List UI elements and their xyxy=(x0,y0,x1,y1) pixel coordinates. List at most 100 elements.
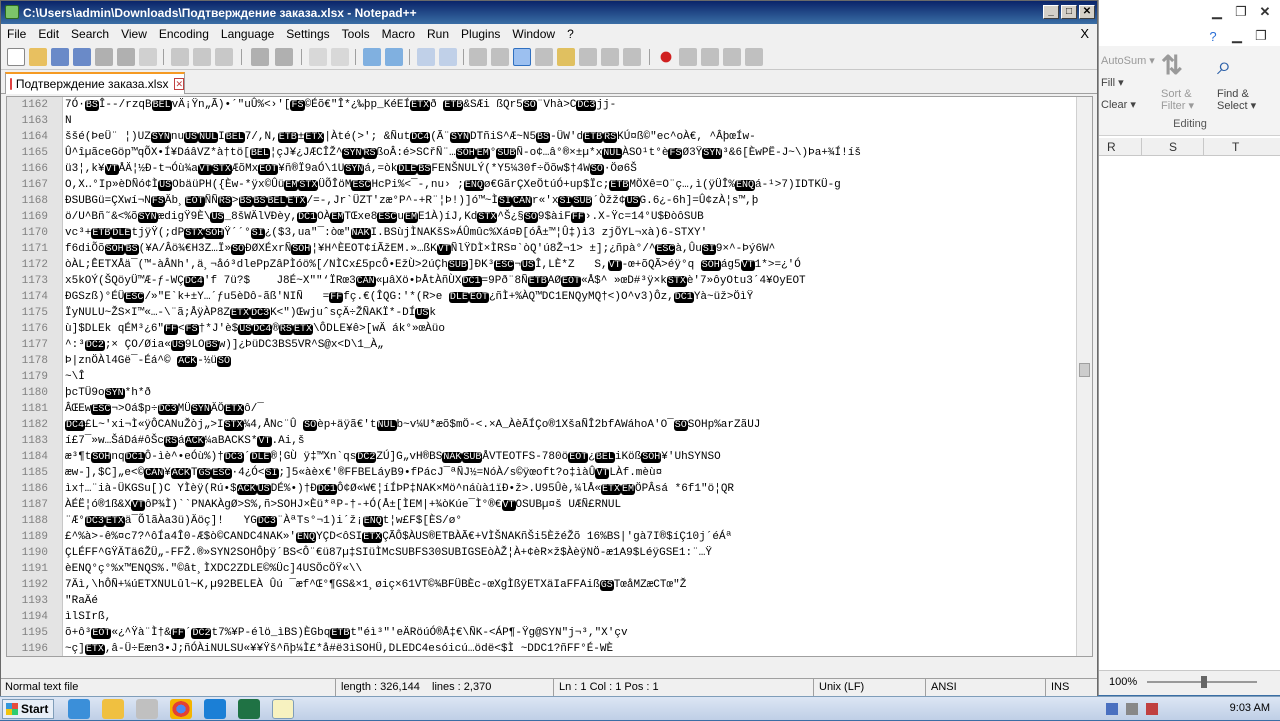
text-line[interactable]: ššé(ÞeÜ¨ ¦)UZSYNnuUS NULIBEL7/,N,ETB±ETX|… xyxy=(65,129,1076,145)
text-line[interactable]: "RaÄé xyxy=(65,593,1076,609)
text-line[interactable]: Û^îµãceGöp™qÕX•Í¥DáâVZ*à†tö[BEL¦çJ¥¿JÆCÎ… xyxy=(65,145,1076,161)
volume-icon[interactable] xyxy=(1126,703,1138,715)
document-map-icon[interactable] xyxy=(557,48,575,66)
record-macro-icon[interactable] xyxy=(657,48,675,66)
sync-vertical-icon[interactable] xyxy=(417,48,435,66)
clear-button[interactable]: Clear ▾ xyxy=(1101,98,1136,111)
menu-tools[interactable]: Tools xyxy=(336,27,376,41)
menu-macro[interactable]: Macro xyxy=(376,27,421,41)
paste-icon[interactable] xyxy=(215,48,233,66)
find-icon[interactable] xyxy=(309,48,327,66)
text-line[interactable]: ÐSUBGü=ÇXwí¬NFSÄb¸EOTÑÑRS>BS BS BEL ETX/=-,… xyxy=(65,193,1076,209)
sync-horizontal-icon[interactable] xyxy=(439,48,457,66)
scrollbar-thumb[interactable] xyxy=(1079,363,1090,377)
text-line[interactable]: þcTÜ9oSYN*h*ð xyxy=(65,385,1076,401)
column-header-s[interactable]: S xyxy=(1169,140,1177,154)
folder-as-workspace-icon[interactable] xyxy=(601,48,619,66)
text-line[interactable]: òÀL;ÊETXÅä¯(™-àÂNh',ä¸¬åó³dlePpZâPÌóö%[/… xyxy=(65,257,1076,273)
text-line[interactable]: æw-],$C]„e<©CAN¥ACKTGS ESC·4¿Ó<SI;]5«àèx€… xyxy=(65,465,1076,481)
menu-window[interactable]: Window xyxy=(506,27,561,41)
text-line[interactable]: ÀÉË¦ó®1ß&XVTôP¾Ì)``PNAKÀgØ>S%,ñ>SOHJ×Èü*… xyxy=(65,497,1076,513)
text-line[interactable]: æ³¶tSOHnqDC1Ô-ìè^•eÓù%)†DC3´DLE®¦GÙ ÿ‡™X… xyxy=(65,449,1076,465)
close-tab-icon[interactable]: ✕ xyxy=(174,78,184,90)
menu-file[interactable]: File xyxy=(1,27,32,41)
text-line[interactable]: Þ|znÖÀl4Gë¯-Éá^© ACK-½üSO xyxy=(65,353,1076,369)
menu-plugins[interactable]: Plugins xyxy=(455,27,506,41)
start-button[interactable]: Start xyxy=(2,699,54,719)
menu-edit[interactable]: Edit xyxy=(32,27,65,41)
ribbon-minimize-icon[interactable]: ▁ xyxy=(1227,26,1247,46)
column-header-t[interactable]: T xyxy=(1232,140,1239,154)
menu-run[interactable]: Run xyxy=(421,27,455,41)
new-file-icon[interactable] xyxy=(7,48,25,66)
edge-icon[interactable] xyxy=(204,699,226,719)
chrome-icon[interactable] xyxy=(170,699,192,719)
close-button[interactable]: ✕ xyxy=(1079,5,1095,19)
close-icon[interactable]: ✕ xyxy=(1255,2,1275,22)
zoom-in-icon[interactable] xyxy=(363,48,381,66)
menu-view[interactable]: View xyxy=(115,27,153,41)
notepadpp-taskbar-icon[interactable] xyxy=(272,699,294,719)
close-file-icon[interactable] xyxy=(95,48,113,66)
menu-encoding[interactable]: Encoding xyxy=(153,27,215,41)
text-line[interactable]: õ+ô³EOT«¿^Ÿà¨Ì†&FF´DC2t7%¥P-élö_ìBS)ÈGbq… xyxy=(65,625,1076,641)
copy-icon[interactable] xyxy=(193,48,211,66)
function-list-icon[interactable] xyxy=(579,48,597,66)
text-line[interactable]: èENQ°ç°%x™ENQS%."©ât¸ÌXDC2ZDLE©%Üc]4USÖc… xyxy=(65,561,1076,577)
redo-icon[interactable] xyxy=(275,48,293,66)
text-line[interactable]: O,X‥°Ip»èDÑó¢ÌUSObäüPH({Èw-*ÿx©ÛüEM STXÜÕ… xyxy=(65,177,1076,193)
vertical-scrollbar[interactable] xyxy=(1076,97,1092,656)
zoom-out-icon[interactable] xyxy=(385,48,403,66)
editor[interactable]: 1162 1163 1164 1165 1166 1167 1168 1169 1170 1171… xyxy=(6,96,1093,657)
show-all-characters-icon[interactable] xyxy=(491,48,509,66)
text-line[interactable]: f6diÕõSOH BS(¥A/Âö¾€H3Z…Ï»SOÐØXÉxrÑSOH¦¥H… xyxy=(65,241,1076,257)
text-line[interactable]: ÐGSzß)°ÉÜESC/»"E`k+±Y…´ƒu5èDô-ãß'NIÑ =FF… xyxy=(65,289,1076,305)
menu-settings[interactable]: Settings xyxy=(280,27,335,41)
menu-language[interactable]: Language xyxy=(215,27,280,41)
network-icon[interactable] xyxy=(1106,703,1118,715)
text-line[interactable]: í£7¯»w…ŠáDá#ôŠcRSáACK¼aBACKS*VT.Ai,š xyxy=(65,433,1076,449)
menu-search[interactable]: Search xyxy=(65,27,115,41)
internet-explorer-icon[interactable] xyxy=(68,699,90,719)
language-udl-icon[interactable] xyxy=(535,48,553,66)
text-line[interactable]: ¨Æ°DC3 ETXä¯ÕlãÀa3ü)Äöç]! YGDC3¨ÀªTs°¬1)i… xyxy=(65,513,1076,529)
excel-icon[interactable] xyxy=(238,699,260,719)
tab-document[interactable]: Подтверждение заказа.xlsx ✕ xyxy=(5,72,185,94)
zoom-slider-thumb[interactable] xyxy=(1201,676,1207,688)
text-line[interactable]: ü3¦,k¥VTÅÄ¦½Ð-t¬Óù¾aVT STXÆõMxEOT¥ñ®Ï9aÓ\… xyxy=(65,161,1076,177)
minimize-icon[interactable]: ▁ xyxy=(1207,2,1227,22)
fill-button[interactable]: Fill ▾ xyxy=(1101,76,1124,89)
text-line[interactable]: ÏyNULU~ŽS×I™«…-\¨ã;ÅÿÀP8ZETX DC3K<")Œwjuˆ… xyxy=(65,305,1076,321)
save-icon[interactable] xyxy=(51,48,69,66)
notification-icon[interactable] xyxy=(1146,703,1158,715)
replace-icon[interactable] xyxy=(331,48,349,66)
text-line[interactable]: 7Ó·BSÎ--/rzqBBELvÄ¡Ÿn„Ã)•´"uÛ%<›'[FS©Éõ€… xyxy=(65,97,1076,113)
text-line[interactable]: N xyxy=(65,113,1076,129)
close-document-button[interactable]: X xyxy=(1080,26,1089,41)
text-line[interactable]: x5kOÝ(ŠQöyÜ™Æ-ƒ-WÇDC4'f 7ü?$ J8É~X""‘ÏRœ… xyxy=(65,273,1076,289)
text-line[interactable]: 7Äì,\hÔÑ+¼úETXNULûl~K,µ92BELEÀ Ûú ¯æf^Œ°… xyxy=(65,577,1076,593)
restore-icon[interactable]: ❐ xyxy=(1231,2,1251,22)
indent-guide-icon[interactable] xyxy=(513,48,531,66)
save-macro-icon[interactable] xyxy=(745,48,763,66)
maximize-button[interactable]: □ xyxy=(1061,5,1077,19)
text-line[interactable]: ù]$DLEk qÉM³¿6"FF<FS†*J'è$US DC4®RS ETX\ÔD… xyxy=(65,321,1076,337)
text-line[interactable]: ÂŒEwESC¬>Oá$p÷DC3MÜSYNÄÖETXô/¯ xyxy=(65,401,1076,417)
help-icon[interactable]: ? xyxy=(1203,26,1223,46)
media-player-icon[interactable] xyxy=(136,699,158,719)
ribbon-restore-icon[interactable]: ❐ xyxy=(1251,26,1271,46)
autosum-button[interactable]: AutoSum ▾ xyxy=(1101,54,1155,67)
text-line[interactable]: DC4£L~'xi¬Ì«ÿÔCANuŽòj„>ISTX¾4,ÅNc¨Û SOèp… xyxy=(65,417,1076,433)
word-wrap-icon[interactable] xyxy=(469,48,487,66)
column-header-r[interactable]: R xyxy=(1107,140,1116,154)
explorer-icon[interactable] xyxy=(102,699,124,719)
text-area[interactable]: 7Ó·BSÎ--/rzqBBELvÄ¡Ÿn„Ã)•´"uÛ%<›'[FS©Éõ€… xyxy=(65,97,1076,656)
minimize-button[interactable]: _ xyxy=(1043,5,1059,19)
text-line[interactable]: ìx†…¨ià-ÜKGSu[)C YÌèÿ(Rú•$ACK USDÉ%•)†ÐDC… xyxy=(65,481,1076,497)
stop-recording-icon[interactable] xyxy=(679,48,697,66)
run-macro-multiple-icon[interactable] xyxy=(723,48,741,66)
text-line[interactable]: ÇLÉFF^GŸÄTä6ŽÜ„-FFŽ.®»SYN2SOHÔþÿ´BS<Ô¨€ü… xyxy=(65,545,1076,561)
text-line[interactable]: vc³+ETB DLEtjÿŸ(;dPSTX SOHŸ´´°SI¿($3,ua"¯:… xyxy=(65,225,1076,241)
close-all-icon[interactable] xyxy=(117,48,135,66)
text-line[interactable]: ö/U^Bñ˜&<%õSYNædigŸ9È\US_8šWÄlVÐèy,DC1OÀ… xyxy=(65,209,1076,225)
